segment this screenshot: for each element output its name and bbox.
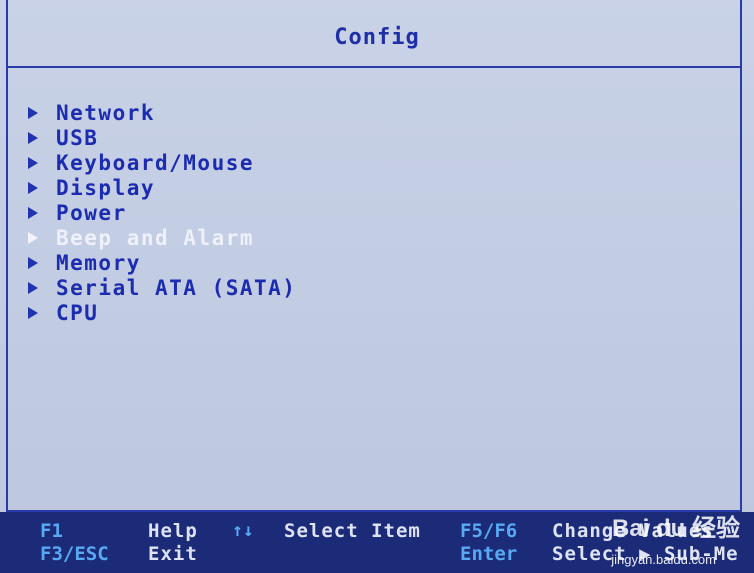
menu-item-label: Display <box>56 175 156 200</box>
menu-item-label: CPU <box>56 300 99 325</box>
menu-item-label: Memory <box>56 250 141 275</box>
config-menu: Network USB Keyboard/Mouse Display Power… <box>28 100 296 325</box>
submenu-arrow-icon <box>28 181 38 194</box>
menu-item-label: USB <box>56 125 99 150</box>
submenu-arrow-icon <box>28 131 38 144</box>
menu-item-label: Serial ATA (SATA) <box>56 275 297 300</box>
menu-item-cpu[interactable]: CPU <box>28 300 296 325</box>
exit-label: Exit <box>148 543 198 565</box>
help-bar: F1 Help ↑↓ Select Item F5/F6 Change Valu… <box>0 512 754 573</box>
page-title: Config <box>334 24 420 50</box>
menu-item-display[interactable]: Display <box>28 175 296 200</box>
f3-esc-key: F3/ESC <box>40 543 109 565</box>
bios-screen: Config Network USB Keyboard/Mouse Displa… <box>0 0 754 573</box>
menu-item-serial-ata[interactable]: Serial ATA (SATA) <box>28 275 296 300</box>
submenu-arrow-icon <box>28 306 38 319</box>
f1-key: F1 <box>40 520 63 542</box>
title-bar: Config <box>6 10 742 64</box>
select-item-label: Select Item <box>284 520 421 542</box>
submenu-arrow-icon <box>28 281 38 294</box>
menu-item-label: Network <box>56 100 156 125</box>
submenu-arrow-icon <box>28 156 38 169</box>
enter-key: Enter <box>460 543 518 565</box>
menu-item-keyboard-mouse[interactable]: Keyboard/Mouse <box>28 150 296 175</box>
menu-item-label: Keyboard/Mouse <box>56 150 255 175</box>
menu-item-usb[interactable]: USB <box>28 125 296 150</box>
menu-item-beep-and-alarm[interactable]: Beep and Alarm <box>28 225 296 250</box>
title-divider <box>8 66 741 68</box>
submenu-arrow-icon <box>28 256 38 269</box>
menu-item-power[interactable]: Power <box>28 200 296 225</box>
watermark-logo: Bai du 经验 <box>611 515 740 542</box>
submenu-arrow-icon <box>28 106 38 119</box>
submenu-arrow-icon <box>28 206 38 219</box>
watermark-url: jingyan.baidu.com <box>611 552 716 567</box>
menu-item-label: Power <box>56 200 127 225</box>
f1-help-label: Help <box>148 520 198 542</box>
menu-item-memory[interactable]: Memory <box>28 250 296 275</box>
submenu-arrow-icon <box>28 231 38 244</box>
f5-f6-key: F5/F6 <box>460 520 518 542</box>
menu-item-label: Beep and Alarm <box>56 225 255 250</box>
menu-item-network[interactable]: Network <box>28 100 296 125</box>
up-down-arrows-icon: ↑↓ <box>232 520 254 541</box>
